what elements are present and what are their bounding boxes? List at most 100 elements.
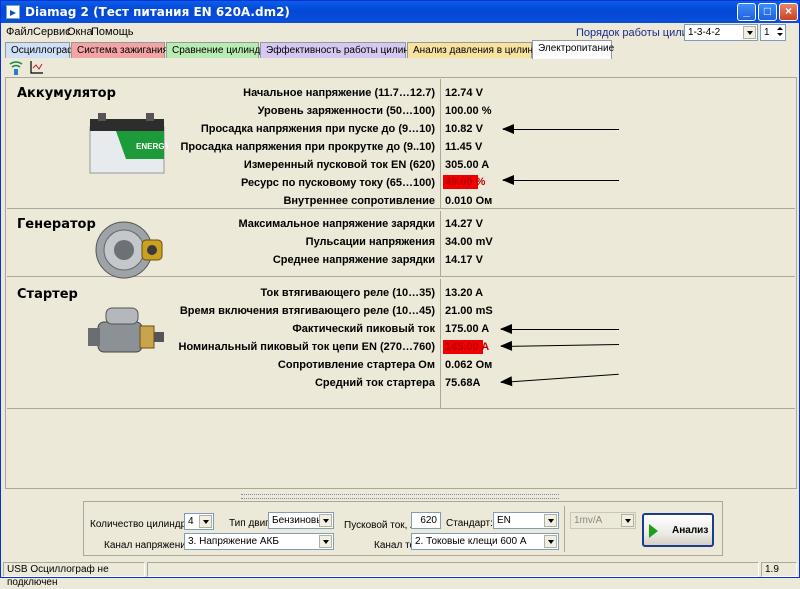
analyze-button[interactable]: Анализ <box>642 513 714 547</box>
row-label: Внутреннее сопротивление <box>283 195 435 207</box>
alternator-image <box>95 221 163 279</box>
chevron-down-icon <box>621 514 634 527</box>
cylinder-order-select[interactable]: 1-3-4-2 <box>684 24 758 41</box>
row-value: 11.45 V <box>445 141 483 153</box>
row-value: 75.68A <box>445 377 481 389</box>
chart-axis-icon[interactable] <box>28 60 44 76</box>
row-value: 0.062 Ом <box>445 359 493 371</box>
status-bar: USB Осциллограф не подключен 1.9 <box>1 560 799 588</box>
battery-brand: ENERGY <box>136 142 168 151</box>
row-value: 0.010 Ом <box>445 195 493 207</box>
chevron-down-icon[interactable] <box>544 514 557 527</box>
annotation-arrow <box>502 124 619 134</box>
annotation-arrow <box>501 343 619 348</box>
row-label: Время включения втягивающего реле (10…45… <box>179 305 435 317</box>
row-label: Измеренный пусковой ток EN (620) <box>243 159 435 171</box>
annotation-arrow <box>502 175 619 185</box>
spin-up-icon[interactable] <box>775 25 785 32</box>
panel-splitter[interactable] <box>241 494 559 499</box>
row-label: Номинальный пиковый ток цепи EN (270…760… <box>178 341 435 353</box>
current-channel-value: 2. Токовые клещи 600 А <box>415 536 527 547</box>
row-value: 13.20 A <box>445 287 484 299</box>
standard-label: Стандарт: <box>446 518 493 529</box>
row-value: 12.74 V <box>445 87 483 99</box>
close-button[interactable]: × <box>779 3 798 21</box>
current-channel-select[interactable]: 2. Токовые клещи 600 А <box>411 533 559 550</box>
row-label: Среднее напряжение зарядки <box>272 254 435 266</box>
settings-panel: Количество цилиндров: 4 Тип двиг: Бензин… <box>83 501 723 556</box>
battery-image: ENERGY <box>89 113 168 174</box>
voltage-channel-label: Канал напряжения: <box>104 540 194 551</box>
chevron-down-icon[interactable] <box>199 515 212 528</box>
window-title: Diamag 2 (Тест питания EN 620A.dm2) <box>25 5 290 19</box>
divider <box>440 279 441 409</box>
minimize-button[interactable]: _ <box>737 3 756 21</box>
tab-ignition[interactable]: Система зажигания <box>71 42 168 58</box>
main-window: Diamag 2 (Тест питания EN 620A.dm2) _ □ … <box>0 0 800 588</box>
signal-icon[interactable] <box>8 60 24 76</box>
row-value-warning: 49.00 % <box>443 175 486 189</box>
row-label: Сопротивление стартера Ом <box>277 359 435 371</box>
standard-select[interactable]: EN <box>493 512 559 529</box>
row-label: Пульсации напряжения <box>305 236 435 248</box>
row-value: 14.27 V <box>445 218 483 230</box>
spin-down-icon[interactable] <box>775 32 785 39</box>
menu-windows[interactable]: Окна <box>67 26 93 38</box>
starter-image <box>88 307 164 353</box>
row-value-warning: 145.00 A <box>443 340 490 354</box>
chevron-down-icon[interactable] <box>319 535 332 548</box>
row-label: Просадка напряжения при пуске до (9…10) <box>200 123 435 135</box>
scale-value: 1mv/A <box>574 515 603 526</box>
chevron-down-icon[interactable] <box>319 514 332 527</box>
cylinder-order-value: 1-3-4-2 <box>688 27 721 38</box>
row-value: 34.00 mV <box>445 236 493 248</box>
generator-title: Генератор <box>17 217 96 232</box>
tab-cylinder-compare[interactable]: Сравнение цилиндров <box>166 42 277 58</box>
divider <box>440 211 441 277</box>
row-label: Средний ток стартера <box>314 377 435 389</box>
engine-type-label: Тип двиг: <box>229 518 272 529</box>
status-version: 1.9 <box>761 562 797 577</box>
standard-value: EN <box>497 515 511 526</box>
voltage-channel-select[interactable]: 3. Напряжение АКБ <box>184 533 334 550</box>
cylinder-spin-value: 1 <box>764 27 770 38</box>
start-current-input[interactable]: 620 <box>411 512 441 529</box>
menu-file[interactable]: Файл <box>6 26 33 38</box>
engine-type-select[interactable]: Бензиновый <box>268 512 334 529</box>
starter-title: Стартер <box>17 287 78 302</box>
row-value: 21.00 mS <box>445 305 493 317</box>
menu-service[interactable]: Сервис <box>33 26 71 38</box>
row-value: 175.00 A <box>445 323 490 335</box>
annotation-arrow <box>500 324 619 334</box>
row-value: 305.00 A <box>445 159 490 171</box>
chevron-down-icon[interactable] <box>743 26 756 39</box>
tab-power[interactable]: Электропитание <box>532 40 614 59</box>
row-value: 100.00 % <box>445 105 492 117</box>
app-icon <box>6 5 20 19</box>
maximize-button[interactable]: □ <box>758 3 777 21</box>
divider <box>440 79 441 209</box>
row-value: 10.82 V <box>445 123 483 135</box>
title-bar: Diamag 2 (Тест питания EN 620A.dm2) _ □ … <box>1 1 799 23</box>
toolbar <box>5 59 797 77</box>
menu-help[interactable]: Помощь <box>91 26 134 38</box>
play-icon <box>649 524 658 538</box>
row-label: Максимальное напряжение зарядки <box>238 218 436 230</box>
cyl-count-select[interactable]: 4 <box>184 513 214 530</box>
cyl-count-value: 4 <box>188 516 194 527</box>
battery-title: Аккумулятор <box>17 86 116 101</box>
row-value: 14.17 V <box>445 254 483 266</box>
chevron-down-icon[interactable] <box>544 535 557 548</box>
divider <box>564 506 565 552</box>
tab-pressure-analysis[interactable]: Анализ давления в цилиндре <box>407 42 550 58</box>
status-empty <box>147 562 759 577</box>
row-label: Начальное напряжение (11.7…12.7) <box>243 87 435 99</box>
row-label: Ток втягивающего реле (10…35) <box>260 287 435 299</box>
row-label: Просадка напряжения при прокрутке до (9.… <box>180 141 436 153</box>
tab-cylinder-efficiency[interactable]: Эффективность работы цилиндров <box>260 42 431 58</box>
voltage-channel-value: 3. Напряжение АКБ <box>188 536 279 547</box>
tab-oscilloscope[interactable]: Осциллограф <box>5 42 75 58</box>
analyze-label: Анализ <box>672 525 709 536</box>
status-text: USB Осциллограф не подключен <box>3 562 145 588</box>
cylinder-spin[interactable]: 1 <box>760 24 786 41</box>
